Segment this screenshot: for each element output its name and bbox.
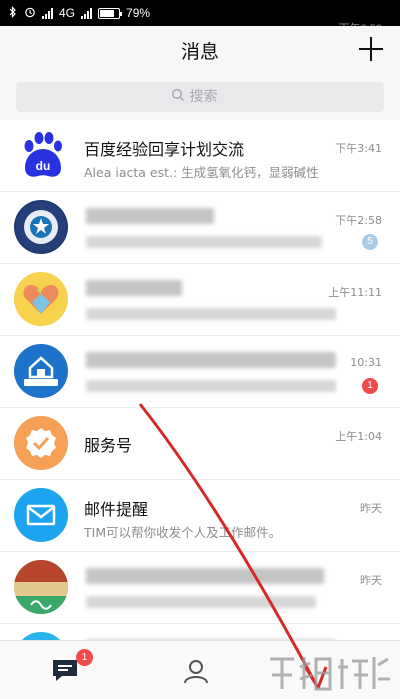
battery-icon (98, 7, 123, 19)
unread-badge: 5 (362, 234, 378, 250)
avatar (14, 632, 68, 640)
conversation-time: 下午3:41 (335, 142, 382, 155)
signal-icon-2 (81, 7, 93, 19)
conversation-row[interactable]: 下午2:58 5 (0, 192, 400, 264)
blurred-preview (86, 596, 316, 608)
avatar (14, 272, 68, 326)
signal-icon (42, 7, 53, 19)
contacts-tab-icon[interactable] (183, 658, 217, 684)
blurred-name (86, 568, 324, 584)
page-title: 消息 (180, 40, 219, 63)
blurred-preview (86, 380, 336, 392)
conversation-time: 昨天 (360, 502, 382, 515)
avatar (14, 200, 68, 254)
watermark-logo (270, 657, 390, 691)
status-icons: 4G 79% (8, 5, 151, 21)
bluetooth-icon (8, 5, 18, 21)
conversation-time: 昨天 (360, 574, 382, 587)
status-bar: 下午3:58 4G 79% (0, 0, 400, 35)
baidu-paw-icon: du (24, 132, 62, 177)
conversation-name: 邮件提醒 (84, 500, 149, 519)
conversation-row[interactable]: du 百度经验回享计划交流 Alea iacta est.: 生成氢氧化钙，显弱… (0, 120, 400, 192)
service-badge-icon (26, 428, 56, 458)
alarm-icon (24, 6, 36, 21)
svg-text:du: du (36, 159, 51, 173)
shop-photo-icon (14, 560, 68, 614)
mail-icon (26, 504, 56, 526)
avatar (14, 416, 68, 470)
conversation-list: du 百度经验回享计划交流 Alea iacta est.: 生成氢氧化钙，显弱… (0, 120, 400, 640)
conversation-row[interactable]: 上午11:11 (0, 264, 400, 336)
conversation-row[interactable]: 邮件提醒 TIM可以帮你收发个人及工作邮件。 昨天 (0, 480, 400, 552)
messages-unread-badge: 1 (76, 649, 93, 666)
conversation-time: 下午2:58 (335, 214, 382, 227)
blurred-name (86, 280, 182, 296)
messages-tab-icon[interactable] (50, 657, 80, 683)
add-icon[interactable] (358, 36, 384, 62)
conversation-row[interactable]: 10:31 1 (0, 336, 400, 408)
conversation-name: 百度经验回享计划交流 (84, 140, 245, 159)
blurred-preview (86, 308, 336, 320)
battery-percent: 79% (126, 6, 151, 20)
blurred-name (86, 352, 336, 368)
avatar (14, 488, 68, 542)
conversation-time: 上午11:11 (328, 286, 382, 299)
avatar: du (14, 128, 68, 182)
blurred-preview (86, 236, 322, 248)
conversation-row[interactable]: 昨天 (0, 552, 400, 624)
network-type: 4G (59, 6, 76, 20)
blurred-name (86, 208, 214, 224)
avatar (14, 344, 68, 398)
team-logo-icon (16, 202, 66, 252)
heart-logo-icon (23, 285, 59, 314)
search-box[interactable] (16, 82, 384, 112)
conversation-name: 服务号 (84, 436, 133, 455)
conversation-row[interactable]: 服务号 上午1:04 (0, 408, 400, 480)
conversation-preview: TIM可以帮你收发个人及工作邮件。 (84, 525, 282, 540)
conversation-row[interactable]: 昨天 (0, 624, 400, 640)
conversation-time: 10:31 (350, 356, 382, 369)
conversation-preview: Alea iacta est.: 生成氢氧化钙，显弱碱性 (84, 165, 319, 180)
avatar (14, 560, 68, 614)
house-logo-icon (24, 356, 58, 386)
title-bar: 消息 (0, 26, 400, 74)
unread-badge: 1 (362, 378, 378, 394)
battery-fill (100, 9, 115, 17)
search-icon (171, 88, 185, 106)
search-bar (0, 74, 400, 120)
search-input[interactable] (189, 89, 230, 105)
conversation-time: 上午1:04 (335, 430, 382, 443)
